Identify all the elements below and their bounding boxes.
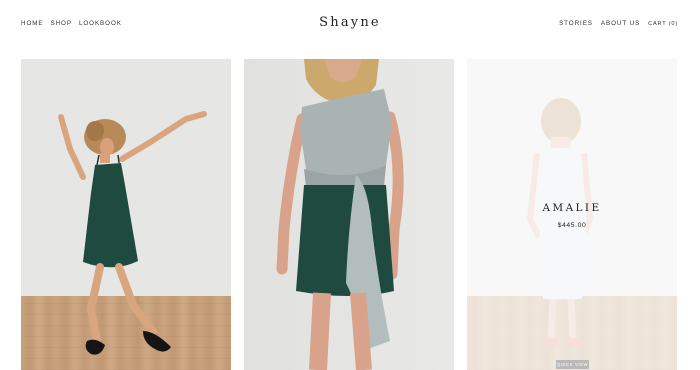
product-photo-model [276,59,404,370]
site-header: HOME SHOP LOOKBOOK Shayne STORIES ABOUT … [0,0,700,50]
product-grid: AMALIE $445.00 QUICK VIEW [21,59,678,370]
product-card[interactable] [21,59,231,370]
hover-overlay [467,59,677,370]
product-card-amalie[interactable]: AMALIE $445.00 QUICK VIEW [467,59,677,370]
quick-view-button[interactable]: QUICK VIEW [556,360,589,369]
nav-stories-link[interactable]: STORIES [559,20,593,27]
cart-link[interactable]: CART (0) [648,21,678,27]
product-price: $445.00 [557,222,587,229]
product-name[interactable]: AMALIE [467,202,677,214]
secondary-nav: STORIES ABOUT US CART (0) [559,20,678,27]
product-photo-model [58,111,207,355]
product-card[interactable] [244,59,454,370]
nav-about-link[interactable]: ABOUT US [601,20,640,27]
